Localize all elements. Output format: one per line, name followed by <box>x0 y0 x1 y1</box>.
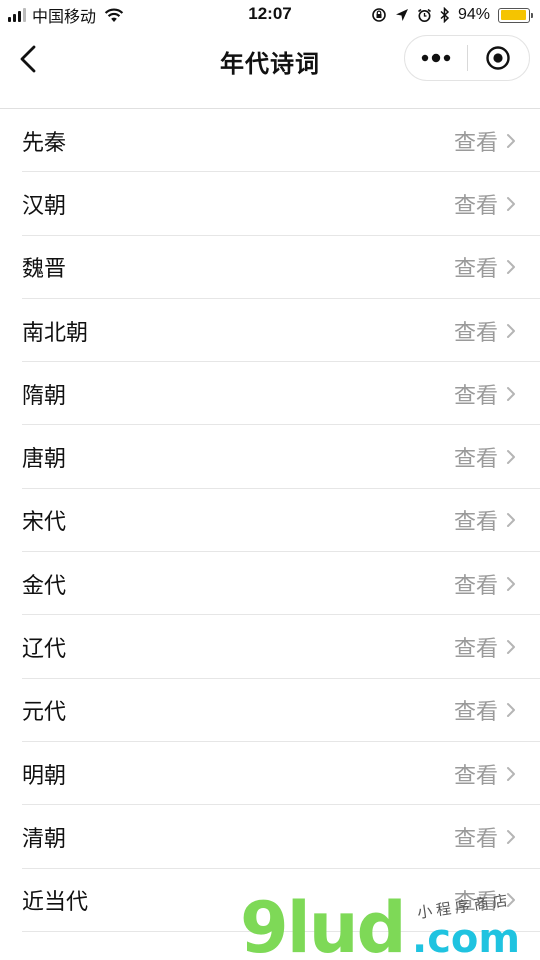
chevron-right-icon <box>507 893 515 908</box>
view-link[interactable]: 查看 <box>454 884 498 916</box>
alarm-icon <box>417 8 431 22</box>
list-item[interactable]: 南北朝 查看 <box>0 299 540 363</box>
era-label: 明朝 <box>22 763 67 789</box>
list-item[interactable]: 元代 查看 <box>0 679 540 742</box>
chevron-right-icon <box>507 450 515 465</box>
target-close-icon <box>486 46 511 70</box>
rotation-lock-icon <box>372 8 386 22</box>
chevron-right-icon <box>507 703 515 718</box>
era-label: 唐朝 <box>22 447 67 473</box>
list-item[interactable]: 清朝 查看 <box>0 805 540 869</box>
era-label: 南北朝 <box>22 320 89 346</box>
status-bar: 中国移动 12:07 94% <box>0 0 540 30</box>
era-label: 近当代 <box>22 890 89 916</box>
list-item[interactable]: 金代 查看 <box>0 552 540 616</box>
location-icon <box>395 9 408 21</box>
list-item[interactable]: 辽代 查看 <box>0 615 540 679</box>
list-item[interactable]: 魏晋 查看 <box>0 236 540 299</box>
era-label: 先秦 <box>22 130 67 156</box>
era-label: 辽代 <box>22 637 67 663</box>
page: 中国移动 12:07 94% 年代诗词 先秦 查看 汉朝 查看 魏晋 查看 南北… <box>0 0 540 960</box>
era-label: 金代 <box>22 573 67 599</box>
battery-level <box>500 10 526 20</box>
chevron-right-icon <box>507 766 515 781</box>
view-link[interactable]: 查看 <box>454 125 498 157</box>
view-link[interactable]: 查看 <box>454 504 498 536</box>
list-item[interactable]: 近当代 查看 <box>0 869 540 932</box>
list-item[interactable]: 宋代 查看 <box>0 489 540 553</box>
chevron-right-icon <box>507 513 515 528</box>
view-link[interactable]: 查看 <box>454 631 498 663</box>
chevron-right-icon <box>507 829 515 844</box>
close-miniprogram-button[interactable] <box>468 36 529 80</box>
chevron-right-icon <box>507 196 515 211</box>
view-link[interactable]: 查看 <box>454 758 498 790</box>
chevron-right-icon <box>507 260 515 275</box>
view-link[interactable]: 查看 <box>454 821 498 853</box>
chevron-right-icon <box>507 386 515 401</box>
view-link[interactable]: 查看 <box>454 188 498 220</box>
list-item[interactable]: 汉朝 查看 <box>0 172 540 236</box>
era-label: 魏晋 <box>22 257 67 283</box>
view-link[interactable]: 查看 <box>454 251 498 283</box>
chevron-right-icon <box>507 640 515 655</box>
more-dots-icon <box>421 53 451 63</box>
row-divider <box>22 930 540 932</box>
era-label: 宋代 <box>22 510 67 536</box>
capsule-menu <box>404 35 530 81</box>
era-label: 汉朝 <box>22 193 67 219</box>
nav-bar: 年代诗词 <box>0 30 540 88</box>
battery-percent: 94% <box>457 6 490 23</box>
battery-icon <box>498 7 533 23</box>
view-link[interactable]: 查看 <box>454 441 498 473</box>
view-link[interactable]: 查看 <box>454 315 498 347</box>
chevron-right-icon <box>507 133 515 148</box>
chevron-right-icon <box>507 323 515 338</box>
bluetooth-icon <box>440 7 450 23</box>
era-label: 隋朝 <box>22 383 67 409</box>
era-list: 先秦 查看 汉朝 查看 魏晋 查看 南北朝 查看 隋朝 查看 唐朝 查看 宋代 查看 金代 查看 辽代 查看 元代查… <box>0 108 540 932</box>
era-label: 元代 <box>22 700 67 726</box>
list-item[interactable]: 隋朝 查看 <box>0 362 540 426</box>
chevron-right-icon <box>507 576 515 591</box>
more-button[interactable] <box>405 36 467 80</box>
list-item[interactable]: 先秦 查看 <box>0 109 540 173</box>
list-item[interactable]: 唐朝 查看 <box>0 425 540 489</box>
view-link[interactable]: 查看 <box>454 694 498 726</box>
list-item[interactable]: 明朝 查看 <box>0 742 540 806</box>
view-link[interactable]: 查看 <box>454 568 498 600</box>
status-right: 94% <box>371 4 533 26</box>
era-label: 清朝 <box>22 826 67 852</box>
view-link[interactable]: 查看 <box>454 378 498 410</box>
